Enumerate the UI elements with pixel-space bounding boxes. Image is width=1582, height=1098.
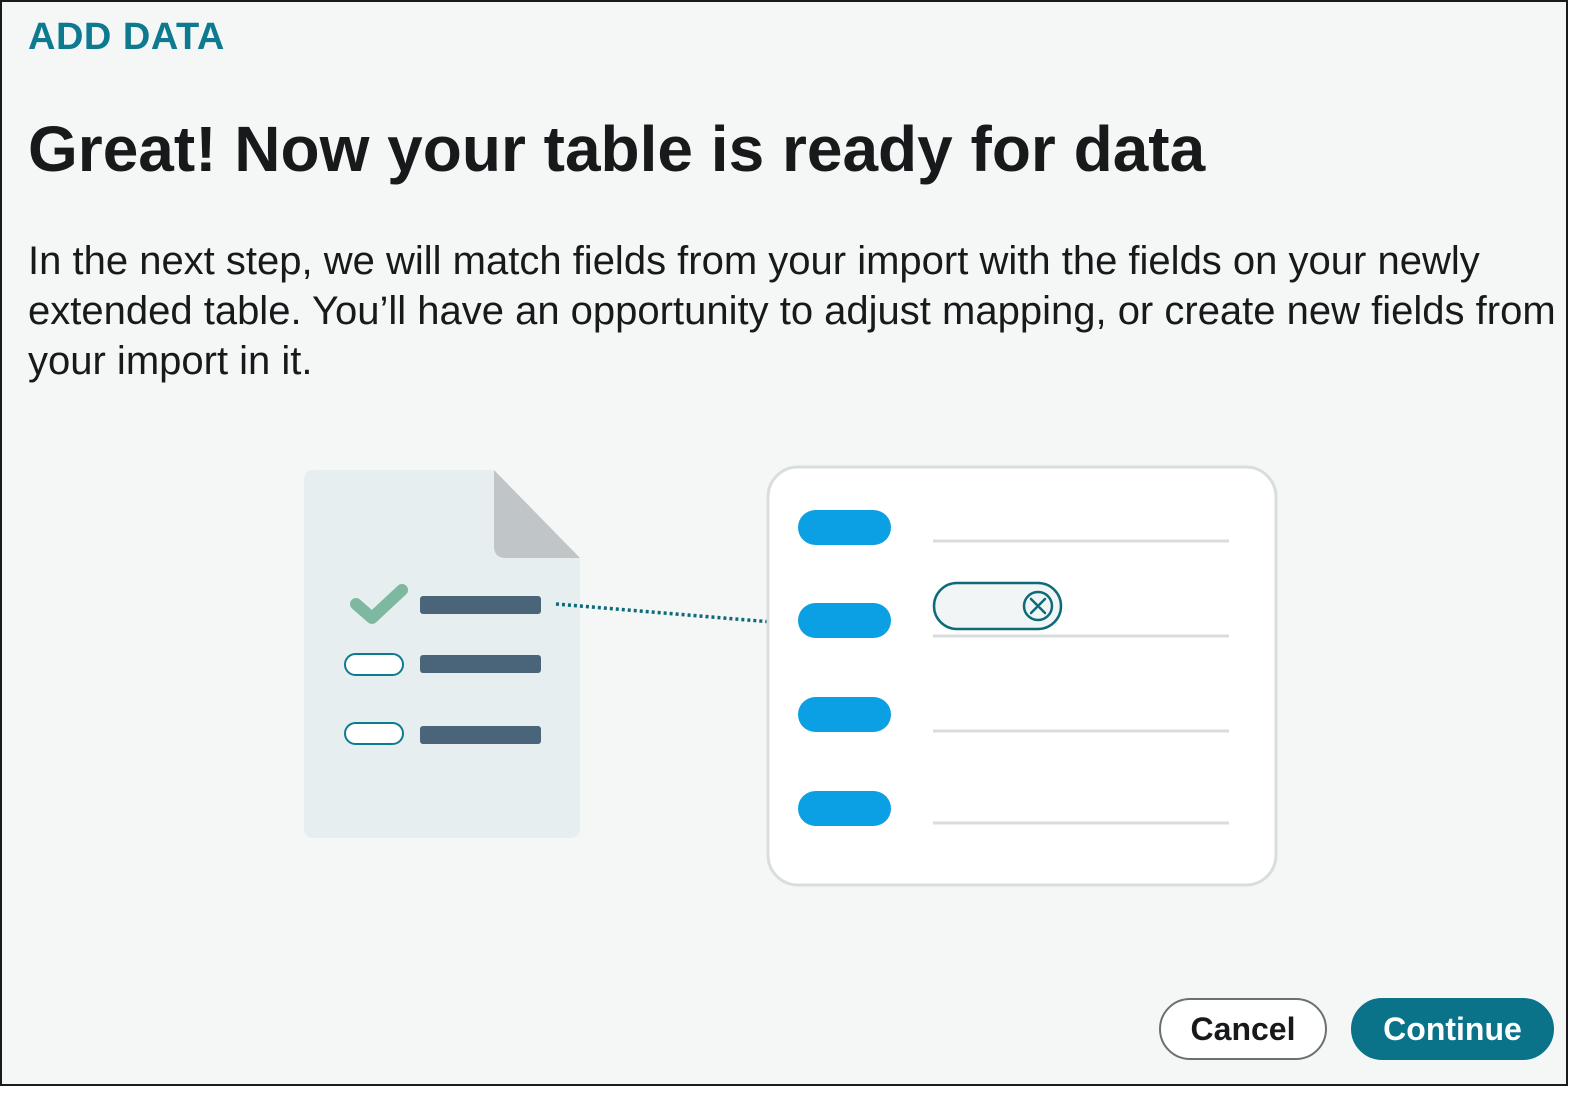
dialog-eyebrow: ADD DATA bbox=[28, 16, 225, 58]
continue-button[interactable]: Continue bbox=[1351, 998, 1554, 1060]
mapped-field-chip bbox=[932, 581, 1063, 631]
dialog-description: In the next step, we will match fields f… bbox=[28, 239, 1556, 383]
mapping-connector bbox=[555, 602, 785, 625]
document-line bbox=[420, 655, 541, 673]
document-line bbox=[420, 726, 541, 744]
dialog-title: Great! Now your table is ready for data bbox=[28, 113, 1206, 185]
checkbox-pill bbox=[344, 653, 404, 676]
add-data-dialog: ADD DATA Great! Now your table is ready … bbox=[0, 0, 1568, 1086]
document-icon bbox=[304, 470, 580, 838]
table-card-icon bbox=[766, 465, 1278, 887]
remove-mapping-icon bbox=[1022, 590, 1054, 622]
checkbox-pill bbox=[344, 722, 404, 745]
checkmark-icon bbox=[350, 584, 408, 624]
cancel-button[interactable]: Cancel bbox=[1159, 998, 1327, 1060]
document-line bbox=[420, 596, 541, 614]
